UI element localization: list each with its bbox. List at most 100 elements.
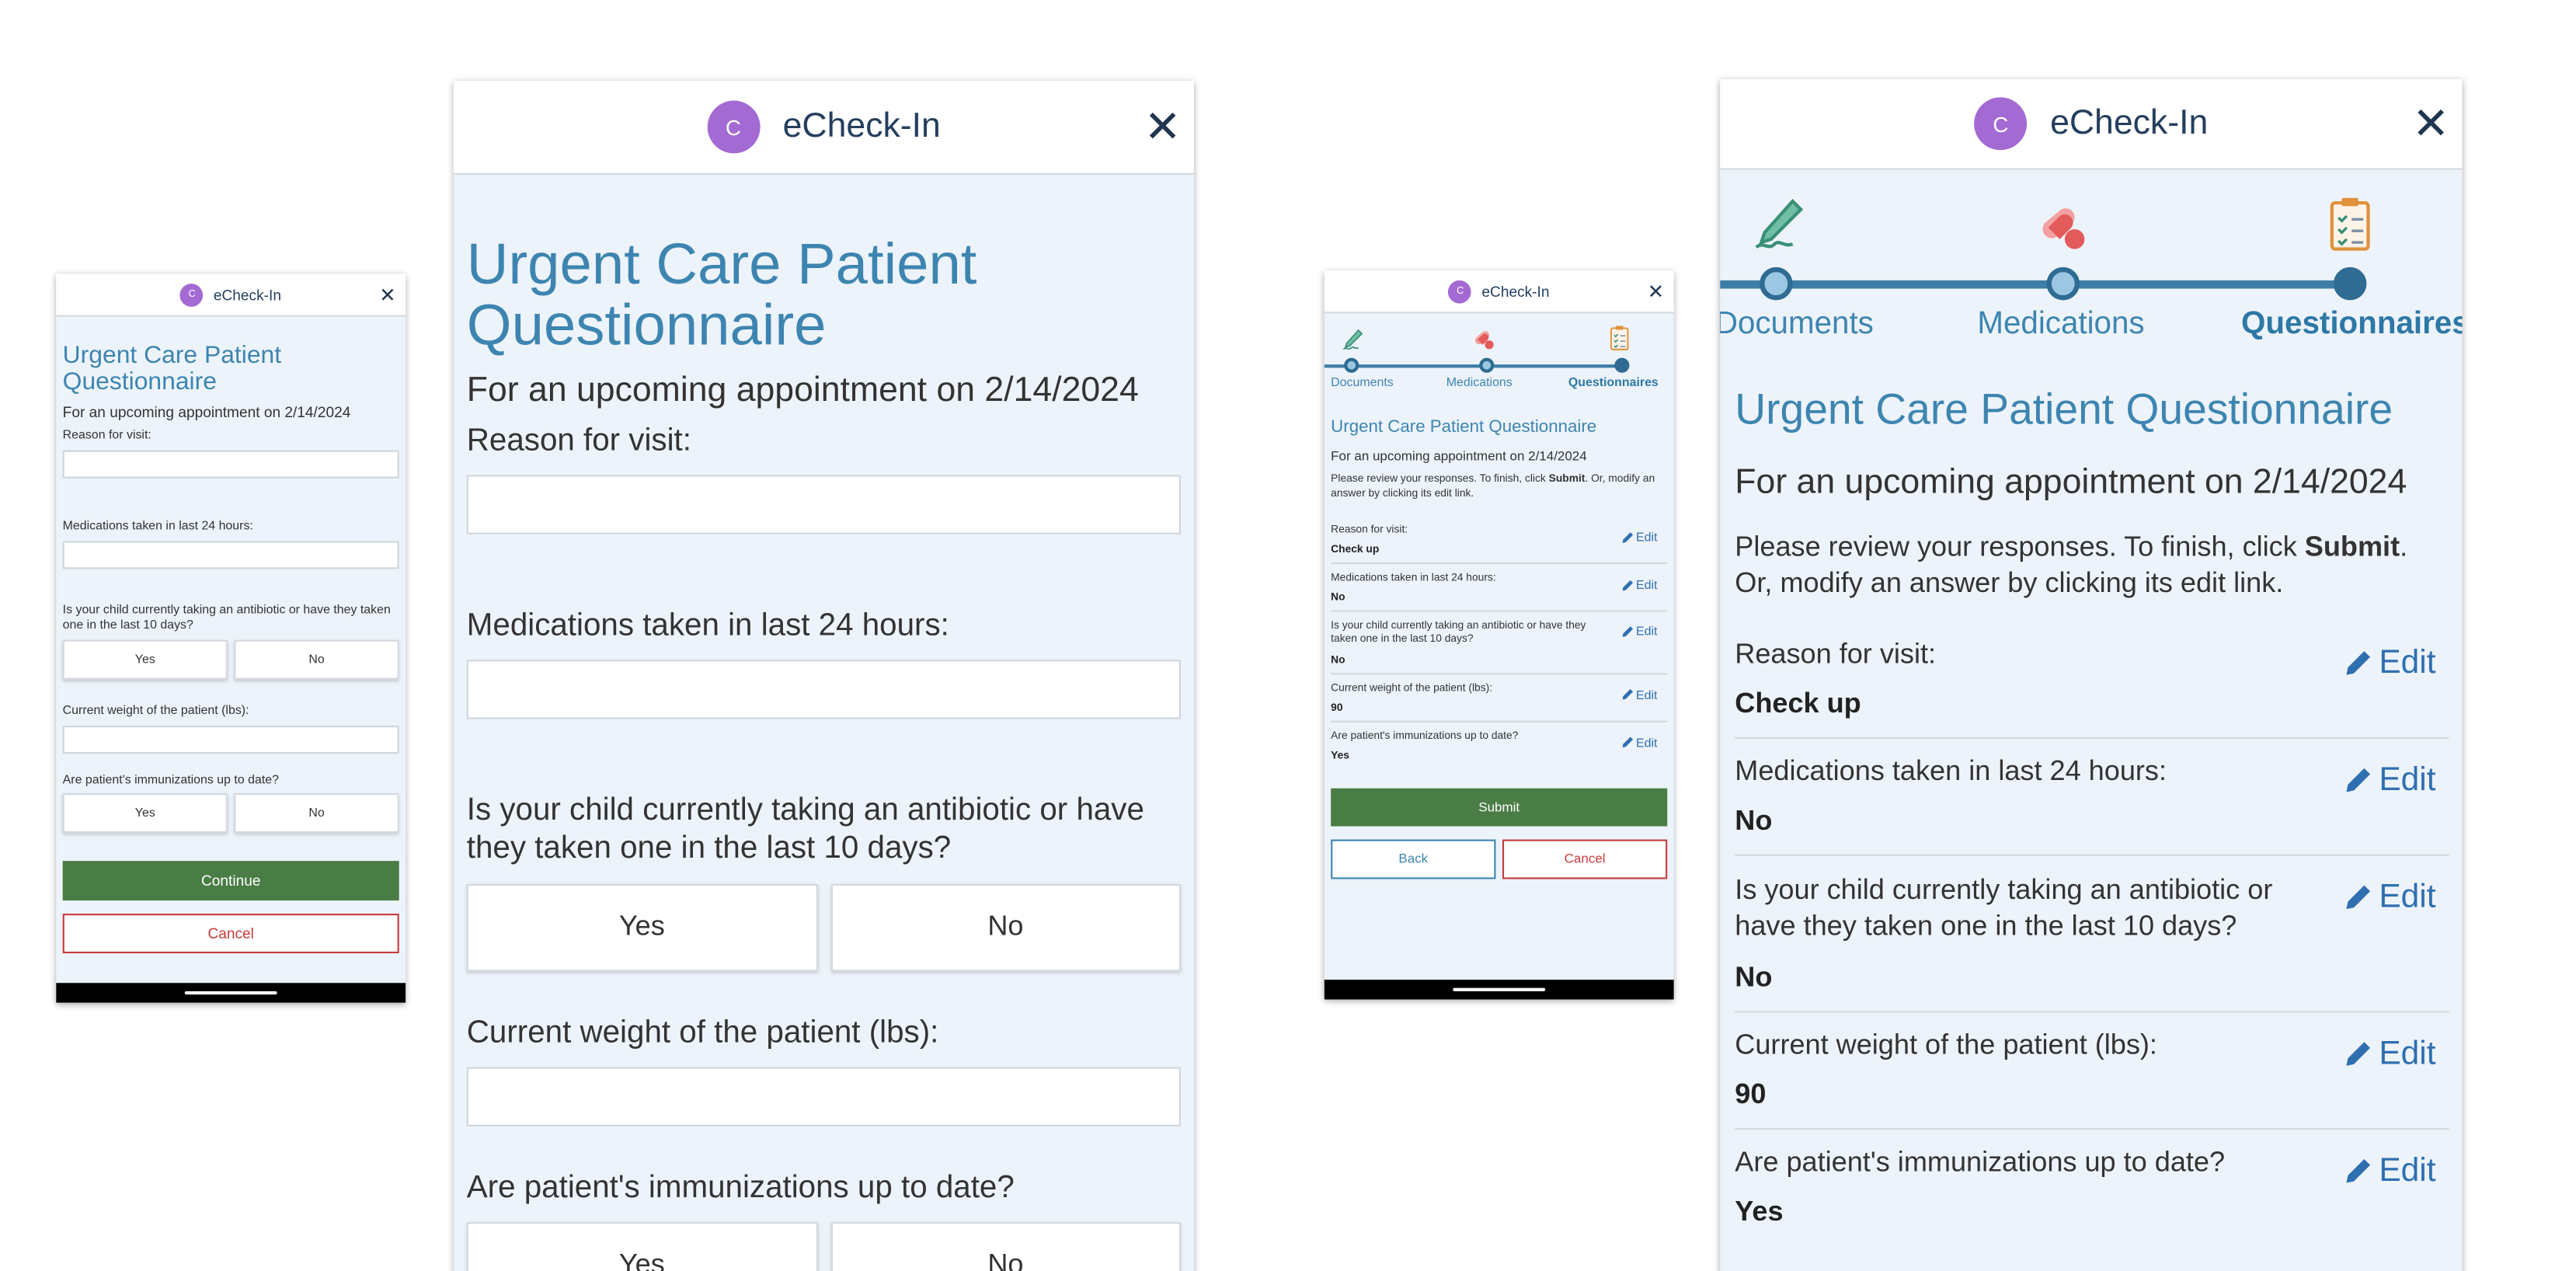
edit-label: Edit bbox=[1636, 687, 1658, 702]
antibiotic-yes-button[interactable]: Yes bbox=[466, 883, 817, 971]
page-title: Urgent Care Patient Questionnaire bbox=[1735, 384, 2393, 434]
immunizations-yes-button[interactable]: Yes bbox=[466, 1221, 817, 1271]
step-label-documents[interactable]: Documents bbox=[1720, 307, 1874, 343]
step-label-medications[interactable]: Medications bbox=[1446, 374, 1513, 389]
form-body: Urgent Care Patient Questionnaire For an… bbox=[454, 175, 1194, 1271]
stepper-track bbox=[1720, 280, 2352, 289]
review-item-immunizations: Are patient's immunizations up to date? … bbox=[1331, 722, 1667, 768]
weight-input[interactable] bbox=[62, 725, 399, 754]
app-header: C eCheck-In ✕ bbox=[453, 81, 1194, 176]
edit-link[interactable]: Edit bbox=[2343, 644, 2436, 682]
antibiotic-no-button[interactable]: No bbox=[830, 883, 1181, 971]
antibiotic-choice: Yes No bbox=[466, 883, 1181, 971]
edit-link[interactable]: Edit bbox=[1621, 623, 1658, 639]
step-dot-documents bbox=[1344, 357, 1359, 373]
close-icon[interactable]: ✕ bbox=[1138, 102, 1188, 152]
review-list: Reason for visit: Check up Edit Medicati… bbox=[1735, 638, 2449, 1245]
immunizations-choice: Yes No bbox=[62, 792, 399, 833]
avatar: C bbox=[706, 100, 760, 154]
immunizations-no-button[interactable]: No bbox=[234, 792, 399, 833]
immunizations-no-button[interactable]: No bbox=[830, 1221, 1181, 1271]
review-body: Urgent Care Patient Questionnaire For an… bbox=[1325, 392, 1674, 879]
edit-link[interactable]: Edit bbox=[1621, 687, 1658, 702]
review-item-reason: Reason for visit: Check up Edit bbox=[1735, 638, 2449, 739]
weight-input[interactable] bbox=[466, 1067, 1181, 1126]
cancel-button[interactable]: Cancel bbox=[1502, 838, 1668, 879]
continue-button[interactable]: Continue bbox=[62, 860, 399, 900]
weight-label: Current weight of the patient (lbs): bbox=[466, 1015, 939, 1050]
page-title: Urgent Care Patient Questionnaire bbox=[1331, 417, 1597, 437]
edit-link[interactable]: Edit bbox=[2343, 879, 2436, 917]
phone-form-large: C eCheck-In ✕ Urgent Care Patient Questi… bbox=[453, 81, 1194, 1271]
edit-label: Edit bbox=[2379, 644, 2436, 681]
home-indicator[interactable] bbox=[184, 991, 277, 995]
back-button[interactable]: Back bbox=[1331, 838, 1496, 879]
review-question: Current weight of the patient (lbs): bbox=[1331, 682, 1493, 694]
edit-link[interactable]: Edit bbox=[2343, 1036, 2436, 1074]
review-item-weight: Current weight of the patient (lbs): 90 … bbox=[1331, 674, 1668, 722]
edit-label: Edit bbox=[1636, 529, 1658, 545]
submit-button[interactable]: Submit bbox=[1331, 787, 1668, 826]
pill-icon bbox=[1474, 331, 1494, 350]
reason-input[interactable] bbox=[62, 450, 399, 479]
reason-input[interactable] bbox=[466, 475, 1181, 535]
review-answer: Check up bbox=[1735, 687, 1861, 719]
avatar: C bbox=[180, 283, 204, 306]
antibiotic-yes-button[interactable]: Yes bbox=[62, 639, 228, 679]
pencil-icon bbox=[1622, 531, 1634, 542]
review-instructions: Please review your responses. To finish,… bbox=[1331, 474, 1667, 502]
step-label-questionnaires[interactable]: Questionnaires bbox=[2241, 307, 2462, 343]
review-question: Medications taken in last 24 hours: bbox=[1735, 754, 2167, 787]
edit-label: Edit bbox=[2379, 878, 2436, 915]
review-answer: No bbox=[1735, 961, 1773, 993]
step-label-medications[interactable]: Medications bbox=[1977, 307, 2144, 343]
close-icon[interactable]: ✕ bbox=[1645, 280, 1668, 304]
meds-label: Medications taken in last 24 hours: bbox=[466, 608, 949, 644]
review-answer: Yes bbox=[1735, 1195, 1784, 1227]
edit-link[interactable]: Edit bbox=[2343, 1153, 2436, 1191]
home-indicator[interactable] bbox=[1453, 987, 1546, 991]
step-dot-medications bbox=[1479, 357, 1495, 373]
edit-label: Edit bbox=[1636, 734, 1658, 750]
step-label-documents[interactable]: Documents bbox=[1331, 374, 1394, 389]
review-answer: No bbox=[1331, 592, 1345, 604]
pill-icon bbox=[2042, 208, 2085, 249]
antibiotic-no-button[interactable]: No bbox=[234, 639, 399, 679]
app-title: eCheck-In bbox=[2050, 103, 2209, 142]
home-bar bbox=[1324, 980, 1674, 1000]
appointment-text: For an upcoming appointment on 2/14/2024 bbox=[62, 403, 351, 420]
step-dot-documents bbox=[1760, 266, 1793, 301]
appointment-text: For an upcoming appointment on 2/14/2024 bbox=[466, 371, 1139, 409]
close-icon[interactable]: ✕ bbox=[2406, 98, 2456, 148]
immunizations-yes-button[interactable]: Yes bbox=[62, 792, 228, 833]
step-label-questionnaires[interactable]: Questionnaires bbox=[1568, 374, 1659, 389]
review-item-antibiotic: Is your child currently taking an antibi… bbox=[1331, 612, 1668, 674]
antibiotic-label: Is your child currently taking an antibi… bbox=[62, 601, 391, 632]
review-question: Reason for visit: bbox=[1331, 524, 1408, 536]
review-instructions: Please review your responses. To finish,… bbox=[1735, 528, 2449, 601]
edit-link[interactable]: Edit bbox=[1621, 577, 1658, 592]
pencil-icon bbox=[1622, 579, 1634, 590]
reason-label: Reason for visit: bbox=[62, 427, 151, 442]
phone-form-small: C eCheck-In ✕ Urgent Care Patient Questi… bbox=[56, 273, 406, 1003]
meds-input[interactable] bbox=[466, 660, 1181, 719]
cancel-button[interactable]: Cancel bbox=[62, 913, 399, 953]
immunizations-label: Are patient's immunizations up to date? bbox=[466, 1170, 1015, 1206]
phone-review-large: C eCheck-In ✕ Documents Medications Ques… bbox=[1720, 78, 2463, 1271]
review-question: Is your child currently taking an antibi… bbox=[1331, 620, 1586, 645]
edit-link[interactable]: Edit bbox=[1621, 529, 1658, 545]
weight-label: Current weight of the patient (lbs): bbox=[62, 702, 249, 717]
edit-link[interactable]: Edit bbox=[1621, 735, 1658, 750]
app-title: eCheck-In bbox=[1481, 283, 1550, 300]
app-header: C eCheck-In ✕ bbox=[56, 273, 406, 317]
meds-input[interactable] bbox=[62, 540, 399, 569]
screenshot-canvas: C eCheck-In ✕ Urgent Care Patient Questi… bbox=[0, 0, 2576, 1271]
close-icon[interactable]: ✕ bbox=[376, 284, 399, 307]
step-dot-questionnaires bbox=[2333, 266, 2367, 301]
app-title: eCheck-In bbox=[782, 106, 941, 145]
appointment-text: For an upcoming appointment on 2/14/2024 bbox=[1331, 448, 1587, 464]
meds-label: Medications taken in last 24 hours: bbox=[62, 517, 253, 533]
edit-link[interactable]: Edit bbox=[2343, 761, 2436, 799]
instructions-prefix: Please review your responses. To finish,… bbox=[1735, 530, 2305, 562]
app-title: eCheck-In bbox=[213, 286, 281, 303]
